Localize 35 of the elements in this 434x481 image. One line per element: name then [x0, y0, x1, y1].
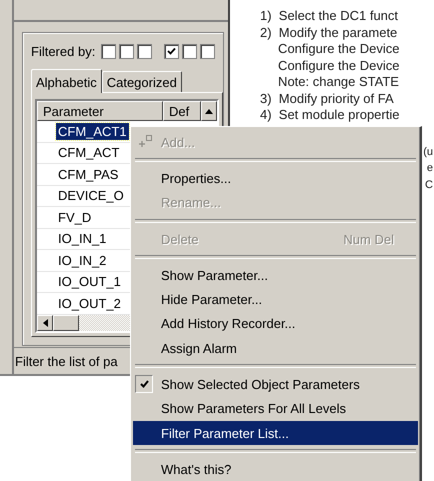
menu-item[interactable]: Filter Parameter List...: [133, 420, 418, 446]
status-text: Filter the list of pa: [15, 354, 118, 368]
checkbox[interactable]: [200, 44, 216, 58]
instruction-line: 2) Modify the paramete: [260, 24, 398, 41]
add-icon: [139, 135, 153, 147]
menu-item[interactable]: Show Parameters For All Levels: [133, 396, 418, 421]
instruction-line: 3) Modify priority of FA: [260, 90, 395, 107]
instruction-line: 4) Set module propertie: [260, 107, 400, 124]
checkbox[interactable]: [137, 44, 152, 58]
scroll-up-button[interactable]: [201, 101, 217, 121]
checkbox[interactable]: [164, 44, 180, 58]
triangle-left-icon: [42, 319, 48, 327]
instruction-line: C: [425, 178, 433, 192]
instruction-line: e: [426, 162, 433, 176]
column-header[interactable]: Def: [163, 101, 201, 121]
instruction-line: 1) Select the DC1 funct: [260, 8, 400, 24]
instruction-line: Note: change STATE: [277, 74, 400, 90]
checkbox[interactable]: [119, 44, 134, 58]
menu-item[interactable]: Add History Recorder...: [133, 312, 418, 336]
instruction-line: Configure the Device: [277, 41, 400, 58]
tab[interactable]: Alphabetic: [31, 69, 102, 93]
scrollbar-thumb[interactable]: [53, 315, 79, 331]
checkmark-icon: [167, 46, 176, 56]
column-header[interactable]: Parameter: [37, 101, 163, 121]
checkbox[interactable]: [101, 44, 116, 58]
menu-item[interactable]: Assign Alarm: [133, 336, 418, 360]
menu-item[interactable]: Show Selected Object Parameters: [133, 372, 418, 397]
checkbox[interactable]: [182, 44, 198, 58]
filter-label: Filtered by:: [31, 44, 96, 58]
tab[interactable]: Categorized: [102, 71, 182, 92]
instruction-line: (u: [423, 146, 433, 160]
instruction-line: Configure the Device: [277, 58, 400, 74]
scroll-left-button[interactable]: [37, 315, 53, 331]
triangle-up-icon: [205, 108, 213, 114]
menu-item[interactable]: What's this?: [133, 457, 418, 481]
